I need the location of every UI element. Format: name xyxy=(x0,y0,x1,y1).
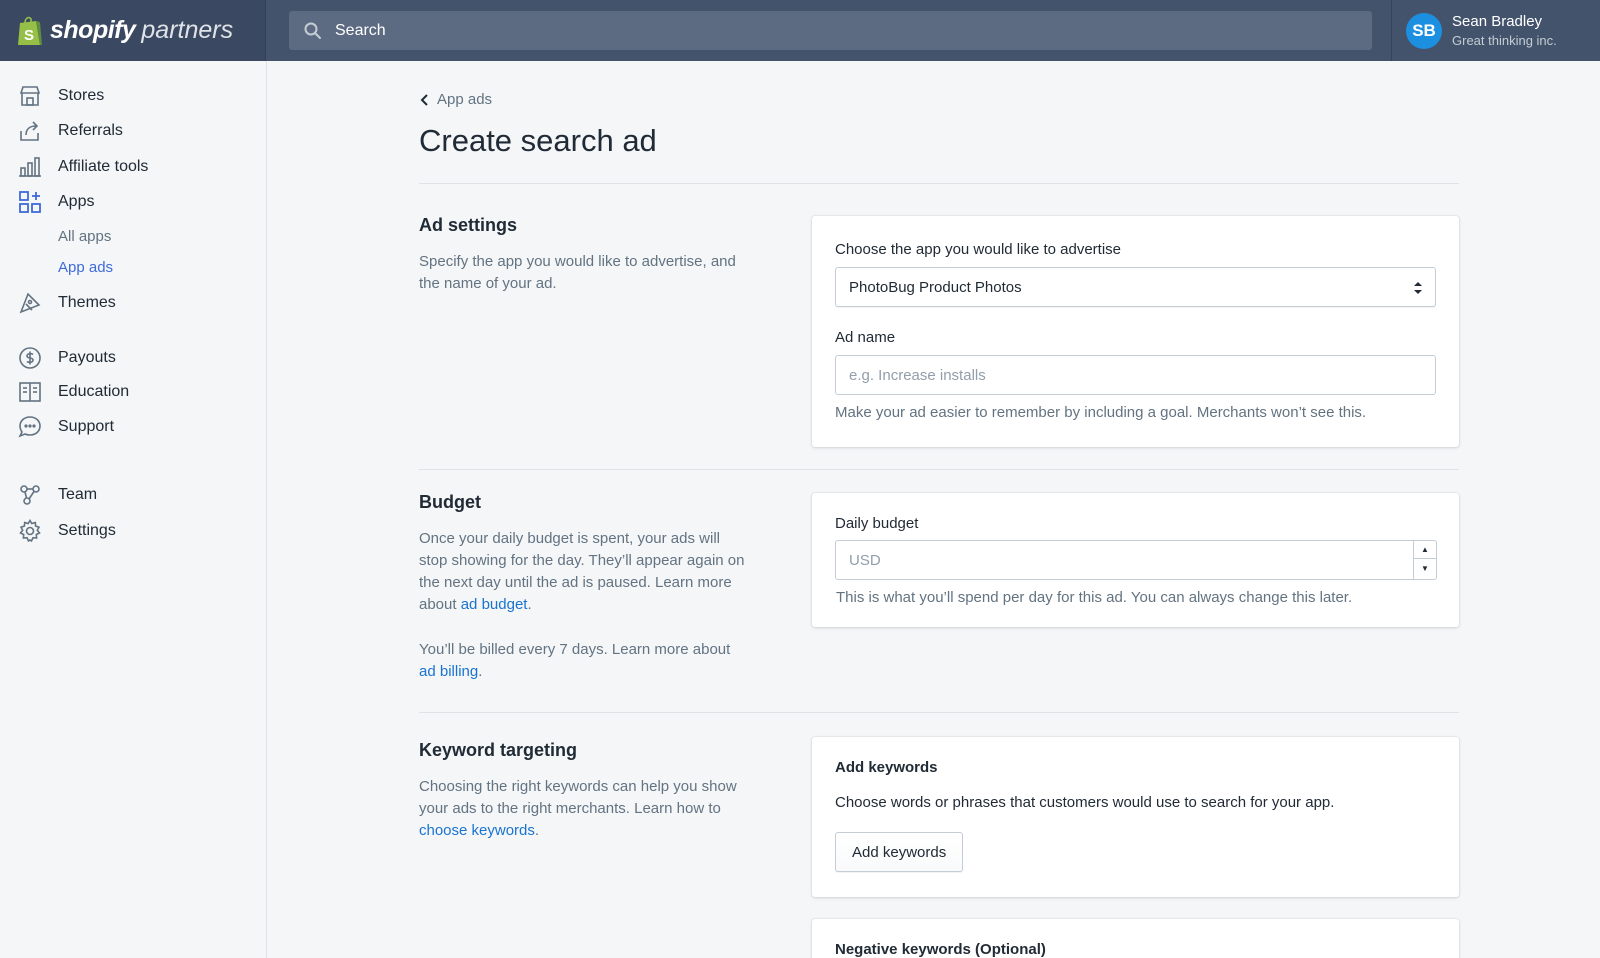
sidebar-item-payouts[interactable]: Payouts xyxy=(18,345,116,371)
user-org: Great thinking inc. xyxy=(1452,33,1557,48)
dollar-icon xyxy=(19,347,41,369)
sidebar-item-team[interactable]: Team xyxy=(18,482,97,508)
sidebar-item-themes[interactable]: Themes xyxy=(18,290,116,316)
sidebar-item-settings[interactable]: Settings xyxy=(18,518,116,544)
sidebar-subitem-all-apps[interactable]: All apps xyxy=(58,228,111,245)
bar-chart-icon xyxy=(19,157,41,177)
search-input[interactable] xyxy=(335,21,1235,40)
page-title: Create search ad xyxy=(419,123,657,158)
ad-name-help: Make your ad easier to remember by inclu… xyxy=(835,404,1367,421)
budget-card: Daily budget ▲ ▼ This is what you’ll spe… xyxy=(812,493,1459,627)
search-icon xyxy=(304,22,321,39)
brand-name: shopify xyxy=(50,16,136,44)
ad-settings-description: Specify the app you would like to advert… xyxy=(419,253,736,292)
ad-settings-card: Choose the app you would like to adverti… xyxy=(812,216,1459,447)
svg-text:S: S xyxy=(24,27,34,44)
shopify-bag-icon: S xyxy=(18,16,42,45)
ad-settings-title: Ad settings xyxy=(419,215,518,235)
sidebar-item-label: Team xyxy=(58,486,98,503)
add-keywords-button[interactable]: Add keywords xyxy=(835,832,964,872)
budget-title: Budget xyxy=(419,492,481,512)
divider xyxy=(419,469,1459,470)
breadcrumb[interactable]: App ads xyxy=(419,91,492,108)
divider xyxy=(419,183,1459,184)
daily-budget-label: Daily budget xyxy=(835,515,919,532)
billing-description: You’ll be billed every 7 days. Learn mor… xyxy=(419,641,731,680)
team-icon xyxy=(20,485,40,505)
stepper-down-icon[interactable]: ▼ xyxy=(1414,559,1436,578)
ad-billing-link[interactable]: ad billing xyxy=(419,663,478,680)
divider xyxy=(419,712,1459,713)
choose-keywords-link[interactable]: choose keywords xyxy=(419,822,535,839)
apps-icon xyxy=(19,191,41,213)
select-arrows-icon xyxy=(1414,282,1422,294)
sidebar-item-label: Referrals xyxy=(58,122,123,139)
negative-keywords-heading: Negative keywords (Optional) xyxy=(835,941,1046,958)
ad-name-label: Ad name xyxy=(835,329,896,346)
sidebar-item-support[interactable]: Support xyxy=(18,414,114,440)
referral-icon xyxy=(20,121,39,141)
add-keywords-heading: Add keywords xyxy=(835,759,938,776)
ad-budget-link[interactable]: ad budget xyxy=(461,596,528,613)
keyword-targeting-description: Choosing the right keywords can help you… xyxy=(419,778,737,839)
sidebar-item-affiliate-tools[interactable]: Affiliate tools xyxy=(18,154,148,180)
user-name: Sean Bradley xyxy=(1452,13,1543,30)
sidebar-item-stores[interactable]: Stores xyxy=(18,83,104,109)
keyword-targeting-title: Keyword targeting xyxy=(419,740,578,760)
sidebar-subitem-app-ads[interactable]: App ads xyxy=(58,259,113,276)
store-icon xyxy=(19,86,41,106)
sidebar-item-education[interactable]: Education xyxy=(18,379,129,405)
ad-name-input[interactable] xyxy=(835,355,1436,395)
sidebar-item-label: Support xyxy=(58,418,115,435)
user-menu[interactable]: SB Sean Bradley Great thinking inc. xyxy=(1391,0,1600,61)
add-keywords-description: Choose words or phrases that customers w… xyxy=(835,794,1335,811)
brand-logo[interactable]: S shopify partners xyxy=(0,0,266,61)
sidebar: Stores Referrals Affiliate tools Apps Al… xyxy=(0,61,267,958)
negative-keywords-card: Negative keywords (Optional) xyxy=(812,919,1459,958)
sidebar-item-referrals[interactable]: Referrals xyxy=(18,118,123,144)
chat-icon xyxy=(18,416,41,438)
sidebar-item-label: Settings xyxy=(58,522,116,539)
breadcrumb-label: App ads xyxy=(437,91,493,108)
budget-description: Once your daily budget is spent, your ad… xyxy=(419,530,745,613)
theme-icon xyxy=(19,292,41,314)
chevron-left-icon xyxy=(420,93,428,106)
add-keywords-card: Add keywords Choose words or phrases tha… xyxy=(812,737,1459,897)
book-icon xyxy=(19,382,41,402)
stepper-up-icon[interactable]: ▲ xyxy=(1414,540,1436,559)
sidebar-item-label: Education xyxy=(58,383,130,400)
daily-budget-help: This is what you’ll spend per day for th… xyxy=(836,589,1353,606)
quantity-stepper[interactable]: ▲ ▼ xyxy=(1413,540,1436,580)
brand-suffix: partners xyxy=(141,16,234,44)
app-select-label: Choose the app you would like to adverti… xyxy=(835,241,1122,258)
avatar[interactable]: SB xyxy=(1406,12,1442,49)
sidebar-item-apps[interactable]: Apps xyxy=(18,189,94,215)
search-bar[interactable] xyxy=(289,11,1372,50)
app-select[interactable]: PhotoBug Product Photos xyxy=(835,267,1436,307)
sidebar-item-label: Affiliate tools xyxy=(58,158,149,175)
sidebar-item-label: Themes xyxy=(58,294,116,311)
sidebar-item-label: Payouts xyxy=(58,349,116,366)
top-bar: S shopify partners SB Sean Bradley Great… xyxy=(0,0,1600,61)
sidebar-item-label: Stores xyxy=(58,87,105,104)
app-select-value: PhotoBug Product Photos xyxy=(849,278,1022,296)
sidebar-item-label: Apps xyxy=(58,193,95,210)
daily-budget-input[interactable] xyxy=(835,540,1437,580)
gear-icon xyxy=(19,519,41,543)
